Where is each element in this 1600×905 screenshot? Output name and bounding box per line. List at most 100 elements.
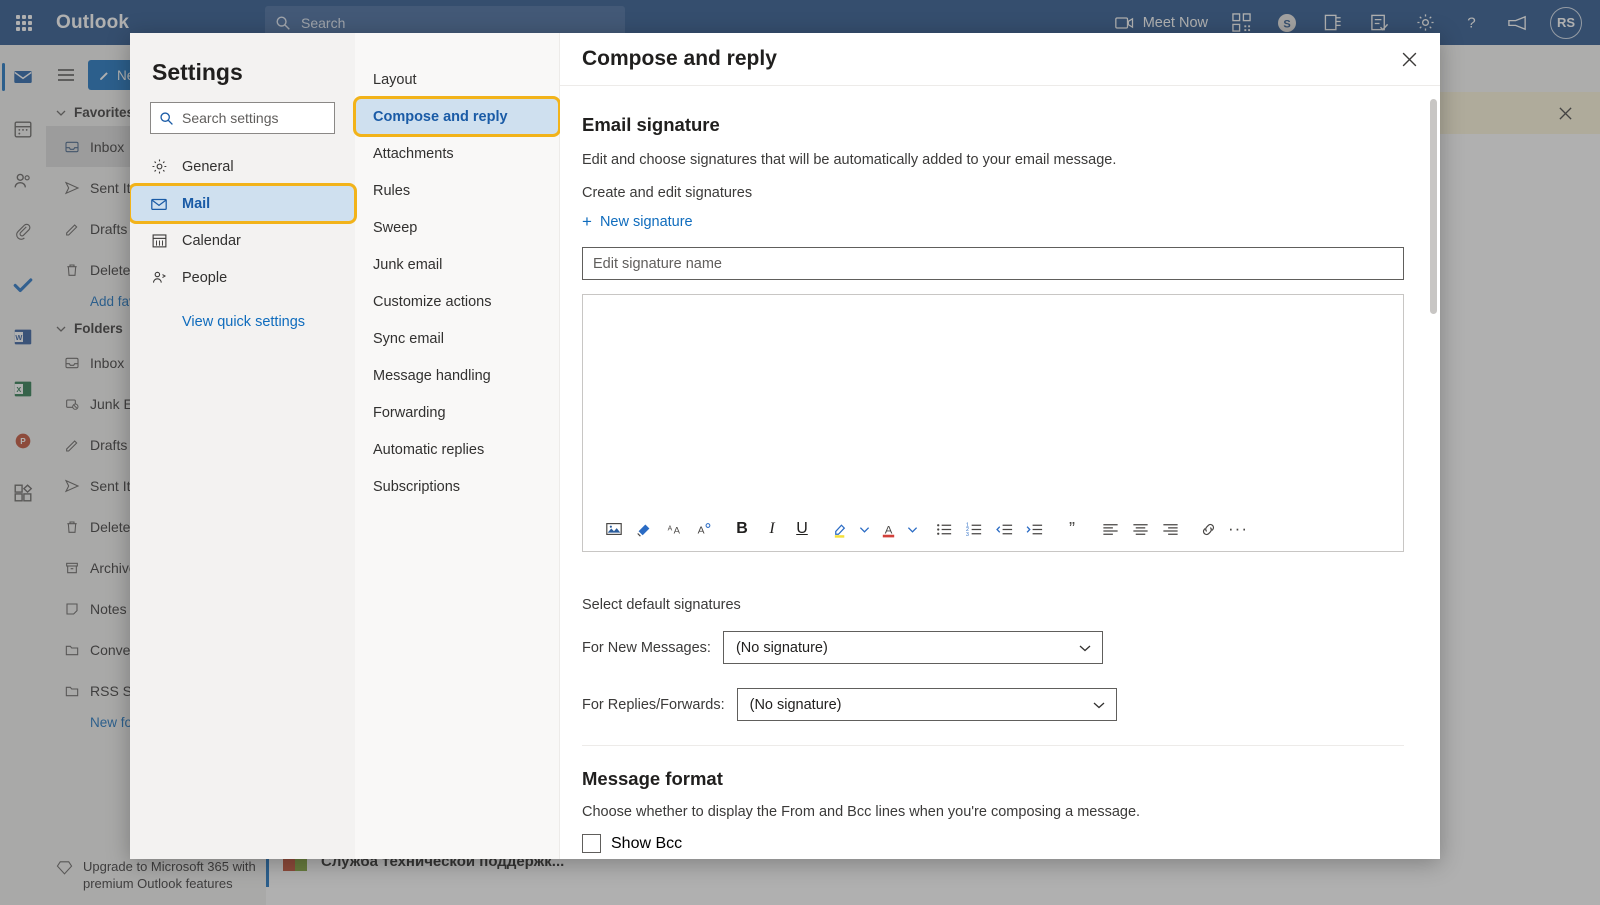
settings-left-nav: Settings Search settings General Mail Ca… bbox=[130, 33, 357, 859]
default-replies-row: For Replies/Forwards: (No signature) bbox=[582, 688, 1404, 721]
subnav-label: Attachments bbox=[373, 145, 454, 162]
font-color-chevron-down-icon[interactable] bbox=[903, 514, 921, 544]
align-center-icon[interactable] bbox=[1125, 514, 1155, 544]
sidebar-item-general[interactable]: General bbox=[130, 148, 355, 185]
subnav-item-rules[interactable]: Rules bbox=[355, 172, 559, 209]
subnav-item-layout[interactable]: Layout bbox=[355, 61, 559, 98]
view-quick-settings-link[interactable]: View quick settings bbox=[130, 296, 355, 330]
dropdown-value: (No signature) bbox=[749, 696, 842, 713]
screen-root: W X P Favorites Inbox Sent Items Drafts … bbox=[0, 0, 1600, 905]
dialog-close-button[interactable] bbox=[1394, 44, 1424, 74]
font-style-icon[interactable]: A bbox=[689, 514, 719, 544]
panel-scrollbar[interactable] bbox=[1430, 99, 1437, 839]
signature-name-input[interactable]: Edit signature name bbox=[582, 247, 1404, 280]
sidebar-item-mail[interactable]: Mail bbox=[130, 183, 357, 224]
bulleted-list-icon[interactable] bbox=[929, 514, 959, 544]
insert-link-icon[interactable] bbox=[1193, 514, 1223, 544]
subnav-item-compose-and-reply[interactable]: Compose and reply bbox=[353, 96, 561, 137]
subnav-item-sweep[interactable]: Sweep bbox=[355, 209, 559, 246]
settings-dialog: Settings Search settings General Mail Ca… bbox=[130, 33, 1440, 859]
subnav-item-customize-actions[interactable]: Customize actions bbox=[355, 283, 559, 320]
svg-text:A: A bbox=[884, 524, 892, 536]
people-icon bbox=[150, 269, 168, 287]
subnav-item-attachments[interactable]: Attachments bbox=[355, 135, 559, 172]
panel-body: Email signature Edit and choose signatur… bbox=[560, 86, 1440, 859]
for-new-messages-label: For New Messages: bbox=[582, 639, 711, 656]
bold-icon[interactable]: B bbox=[727, 514, 757, 544]
sidebar-item-label: People bbox=[182, 269, 228, 286]
search-icon bbox=[160, 111, 173, 125]
panel-header: Compose and reply bbox=[560, 33, 1440, 86]
show-bcc-checkbox-row[interactable]: Show Bcc bbox=[582, 834, 1404, 853]
subnav-label: Customize actions bbox=[373, 293, 492, 310]
sidebar-item-people[interactable]: People bbox=[130, 259, 355, 296]
increase-indent-icon[interactable] bbox=[1019, 514, 1049, 544]
subnav-label: Junk email bbox=[373, 256, 443, 273]
numbered-list-icon[interactable]: 123 bbox=[959, 514, 989, 544]
editor-toolbar: AA A B I U A 1 2 3 ” ··· bbox=[583, 507, 1403, 551]
more-options-icon[interactable]: ··· bbox=[1223, 514, 1253, 544]
settings-search-placeholder: Search settings bbox=[182, 110, 279, 126]
new-signature-button[interactable]: + New signature bbox=[582, 213, 693, 230]
insert-picture-icon[interactable] bbox=[599, 514, 629, 544]
align-right-icon[interactable] bbox=[1155, 514, 1185, 544]
signature-editor: AA A B I U A 1 2 3 ” ··· bbox=[582, 294, 1404, 552]
subnav-label: Sync email bbox=[373, 330, 444, 347]
svg-text:3: 3 bbox=[965, 531, 968, 537]
subnav-item-junk-email[interactable]: Junk email bbox=[355, 246, 559, 283]
settings-search-input[interactable]: Search settings bbox=[150, 102, 335, 134]
settings-content-panel: Compose and reply Email signature Edit a… bbox=[560, 33, 1440, 859]
close-icon bbox=[1402, 52, 1416, 66]
plus-icon: + bbox=[582, 212, 592, 231]
subnav-item-sync-email[interactable]: Sync email bbox=[355, 320, 559, 357]
for-replies-forwards-label: For Replies/Forwards: bbox=[582, 696, 725, 713]
gear-icon bbox=[150, 158, 168, 176]
subnav-label: Sweep bbox=[373, 219, 418, 236]
panel-scrollbar-thumb[interactable] bbox=[1430, 99, 1437, 314]
font-size-icon[interactable]: AA bbox=[659, 514, 689, 544]
subnav-item-subscriptions[interactable]: Subscriptions bbox=[355, 468, 559, 505]
svg-text:A: A bbox=[697, 525, 704, 536]
page-title: Compose and reply bbox=[582, 47, 777, 70]
sidebar-item-label: Mail bbox=[182, 195, 211, 212]
sidebar-item-label: General bbox=[182, 158, 234, 175]
quote-icon[interactable]: ” bbox=[1057, 514, 1087, 544]
italic-icon[interactable]: I bbox=[757, 514, 787, 544]
chevron-down-icon bbox=[1093, 702, 1105, 708]
signature-body-input[interactable] bbox=[583, 295, 1403, 507]
svg-text:A: A bbox=[673, 525, 680, 536]
format-painter-icon[interactable] bbox=[629, 514, 659, 544]
new-messages-signature-dropdown[interactable]: (No signature) bbox=[722, 631, 1103, 664]
email-signature-description: Edit and choose signatures that will be … bbox=[582, 152, 1117, 168]
subnav-label: Layout bbox=[373, 71, 417, 88]
email-signature-heading: Email signature bbox=[582, 114, 720, 135]
message-format-description: Choose whether to display the From and B… bbox=[582, 804, 1141, 820]
highlight-chevron-down-icon[interactable] bbox=[855, 514, 873, 544]
sidebar-item-label: Calendar bbox=[182, 232, 241, 249]
message-format-heading: Message format bbox=[582, 768, 723, 789]
subnav-item-message-handling[interactable]: Message handling bbox=[355, 357, 559, 394]
new-signature-label: New signature bbox=[599, 213, 693, 230]
section-divider bbox=[582, 745, 1404, 746]
checkbox-icon[interactable] bbox=[582, 834, 601, 853]
sidebar-item-calendar[interactable]: Calendar bbox=[130, 222, 355, 259]
subnav-item-automatic-replies[interactable]: Automatic replies bbox=[355, 431, 559, 468]
subnav-label: Subscriptions bbox=[373, 478, 461, 495]
show-bcc-label: Show Bcc bbox=[611, 834, 683, 852]
subnav-label: Forwarding bbox=[373, 404, 446, 421]
select-default-signatures-label: Select default signatures bbox=[582, 597, 741, 613]
settings-title: Settings bbox=[152, 59, 243, 85]
subnav-item-forwarding[interactable]: Forwarding bbox=[355, 394, 559, 431]
align-left-icon[interactable] bbox=[1095, 514, 1125, 544]
replies-signature-dropdown[interactable]: (No signature) bbox=[736, 688, 1117, 721]
svg-text:A: A bbox=[667, 526, 672, 533]
calendar-icon bbox=[150, 232, 168, 250]
subnav-label: Compose and reply bbox=[373, 108, 508, 125]
subnav-label: Automatic replies bbox=[373, 441, 485, 458]
decrease-indent-icon[interactable] bbox=[989, 514, 1019, 544]
font-color-icon[interactable]: A bbox=[873, 514, 903, 544]
highlight-icon[interactable] bbox=[825, 514, 855, 544]
subnav-label: Rules bbox=[373, 182, 411, 199]
subnav-label: Message handling bbox=[373, 367, 491, 384]
underline-icon[interactable]: U bbox=[787, 514, 817, 544]
